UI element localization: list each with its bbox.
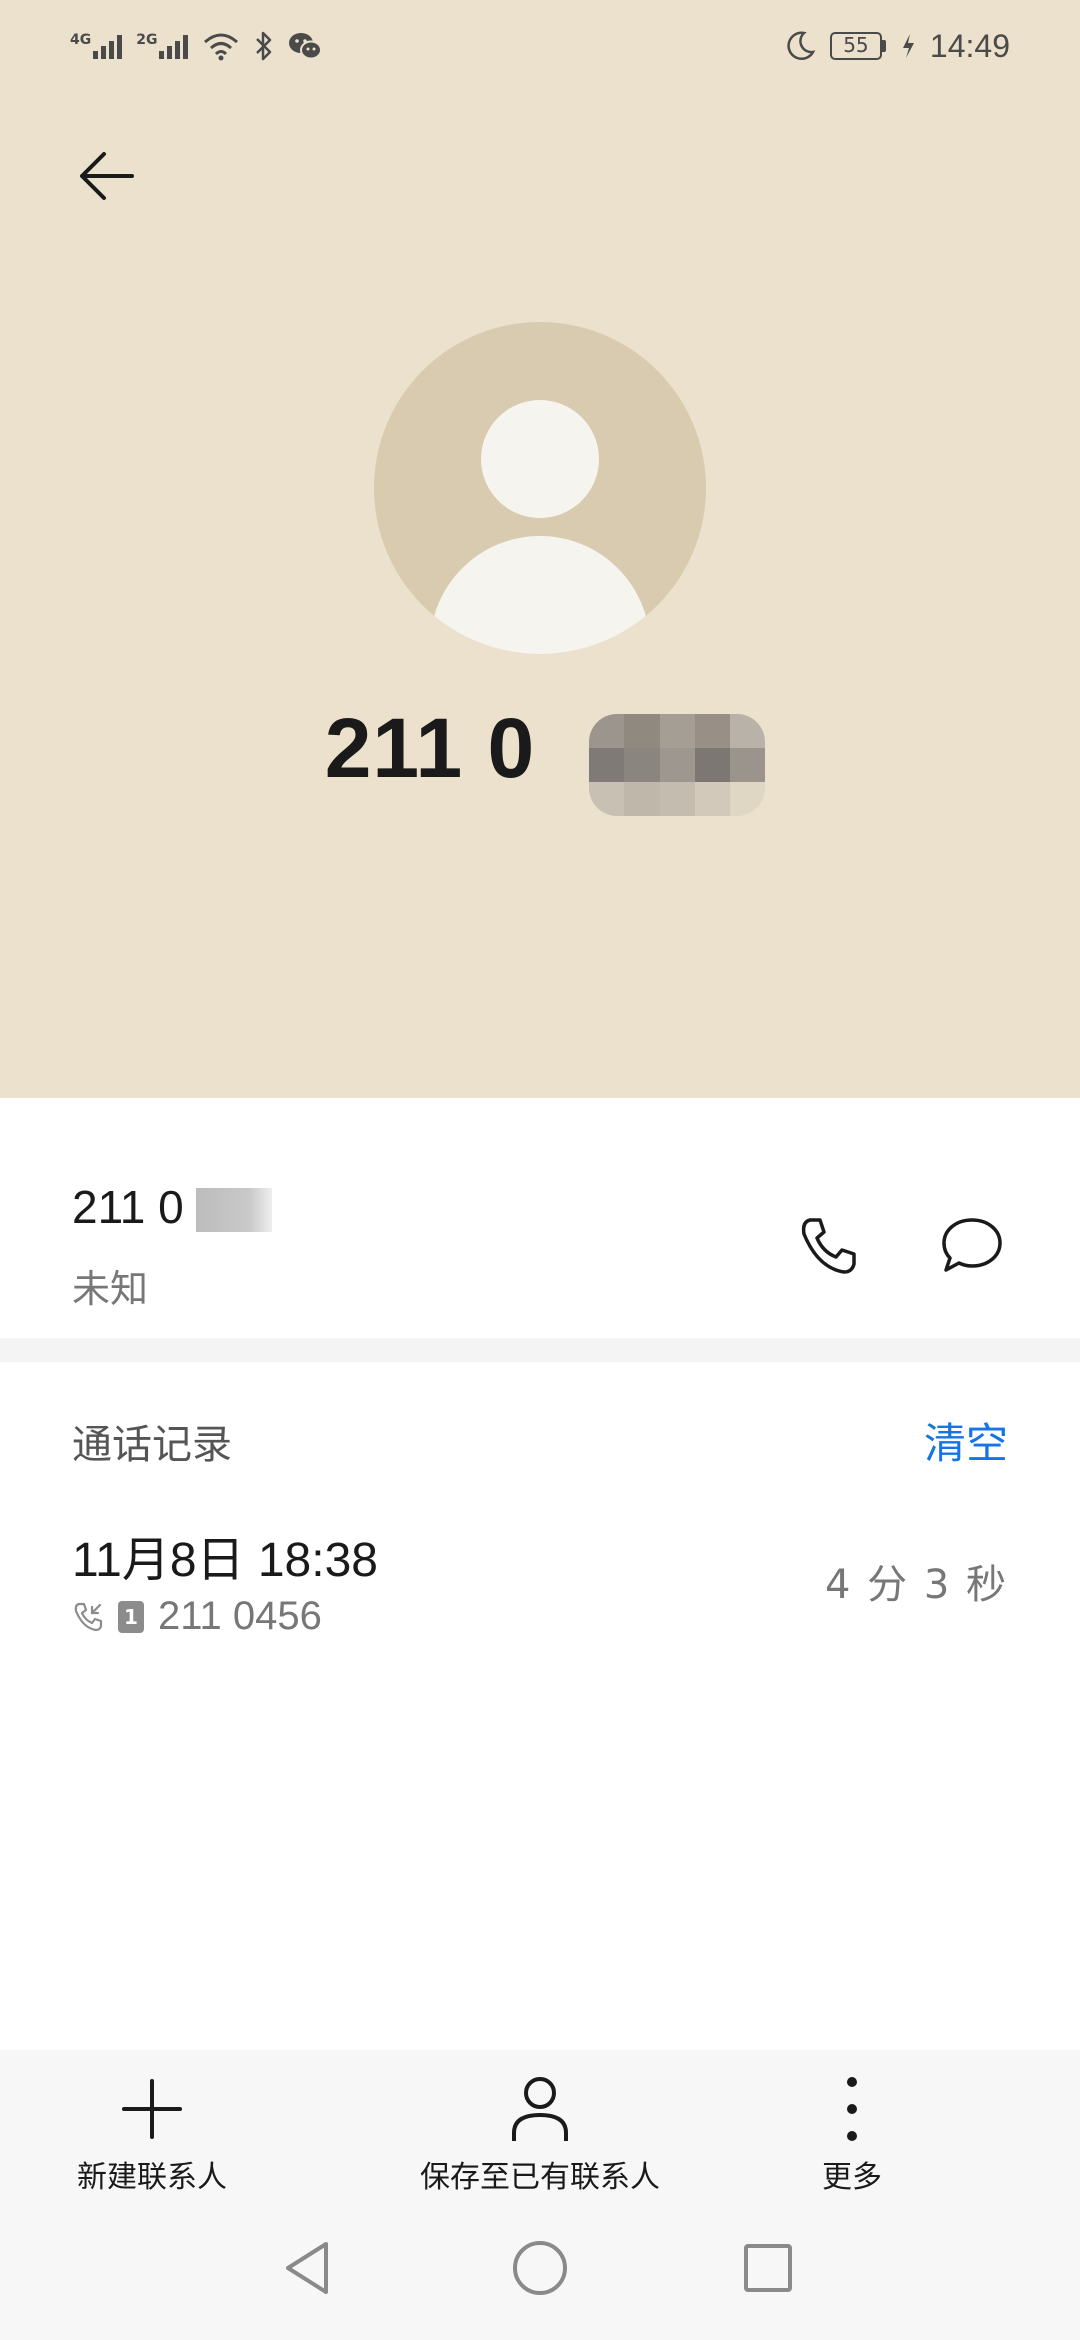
contact-header: 4G 2G 55 14:49 211 0 bbox=[0, 0, 1080, 1098]
contact-info-row: 211 0 未知 bbox=[0, 1098, 1080, 1338]
battery-icon: 55 bbox=[829, 32, 886, 60]
header-number-row: 211 0 bbox=[0, 700, 1080, 816]
more-label: 更多 bbox=[822, 2160, 882, 2195]
more-vertical-icon bbox=[817, 2074, 887, 2144]
header-phone-number-text: 211 0 bbox=[324, 701, 536, 795]
call-log-item[interactable]: 11月8日 18:38 1 211 0456 4 分 3 秒 bbox=[0, 1502, 1080, 1672]
section-divider bbox=[0, 1338, 1080, 1362]
network-2g: 2G bbox=[136, 32, 189, 59]
number-type-label: 未知 bbox=[72, 1267, 149, 1311]
battery-level: 55 bbox=[829, 32, 882, 60]
message-button[interactable] bbox=[934, 1208, 1010, 1284]
wechat-icon bbox=[289, 33, 323, 60]
call-details: 1 211 0456 bbox=[72, 1594, 322, 1639]
contact-avatar bbox=[374, 322, 706, 654]
triangle-back-icon bbox=[286, 2242, 328, 2294]
avatar-head bbox=[481, 400, 599, 518]
header-phone-number: 211 0 bbox=[324, 700, 766, 816]
signal-icon bbox=[93, 33, 123, 59]
status-right: 55 14:49 bbox=[784, 26, 1010, 66]
chat-bubble-icon bbox=[942, 1218, 1002, 1272]
avatar-body bbox=[430, 536, 650, 654]
phone-icon bbox=[801, 1218, 856, 1274]
status-bar: 4G 2G 55 14:49 bbox=[0, 0, 1080, 92]
nav-home-button[interactable] bbox=[502, 2230, 578, 2306]
nav-back-button[interactable] bbox=[270, 2230, 346, 2306]
contact-number[interactable]: 211 0 bbox=[72, 1180, 184, 1234]
new-contact-button[interactable]: 新建联系人 bbox=[72, 2074, 232, 2196]
moon-icon bbox=[787, 31, 816, 61]
charging-icon bbox=[902, 34, 914, 58]
status-left: 4G 2G bbox=[70, 26, 323, 66]
circle-home-icon bbox=[513, 2241, 567, 2295]
person-icon bbox=[505, 2074, 575, 2144]
network-type-label: 4G bbox=[70, 32, 92, 48]
network-4g: 4G bbox=[70, 32, 123, 59]
redacted-block bbox=[196, 1188, 272, 1232]
bluetooth-icon bbox=[256, 31, 272, 61]
wifi-icon bbox=[204, 33, 239, 61]
clear-button[interactable]: 清空 bbox=[924, 1410, 1008, 1471]
call-button[interactable] bbox=[790, 1208, 866, 1284]
back-button[interactable] bbox=[70, 140, 142, 212]
sim-card-icon: 1 bbox=[118, 1600, 144, 1633]
plus-icon bbox=[117, 2074, 187, 2144]
call-duration: 4 分 3 秒 bbox=[824, 1562, 1008, 1608]
square-recents-icon bbox=[744, 2244, 792, 2292]
redacted-mosaic bbox=[589, 714, 766, 816]
save-to-existing-button[interactable]: 保存至已有联系人 bbox=[410, 2074, 670, 2196]
arrow-left-icon bbox=[80, 152, 134, 200]
network-type-label: 2G bbox=[136, 32, 158, 48]
call-log-title: 通话记录 bbox=[72, 1422, 232, 1468]
new-contact-label: 新建联系人 bbox=[77, 2160, 227, 2195]
call-number: 211 0456 bbox=[158, 1594, 322, 1638]
more-button[interactable]: 更多 bbox=[792, 2074, 912, 2196]
bottom-toolbar: 新建联系人 保存至已有联系人 更多 bbox=[0, 2050, 1080, 2200]
signal-icon bbox=[159, 33, 189, 59]
call-datetime: 11月8日 18:38 bbox=[72, 1534, 378, 1587]
system-nav-bar bbox=[0, 2200, 1080, 2340]
status-time: 14:49 bbox=[929, 27, 1010, 64]
nav-recents-button[interactable] bbox=[730, 2230, 806, 2306]
incoming-call-icon bbox=[74, 1602, 103, 1631]
save-to-existing-label: 保存至已有联系人 bbox=[420, 2160, 660, 2195]
